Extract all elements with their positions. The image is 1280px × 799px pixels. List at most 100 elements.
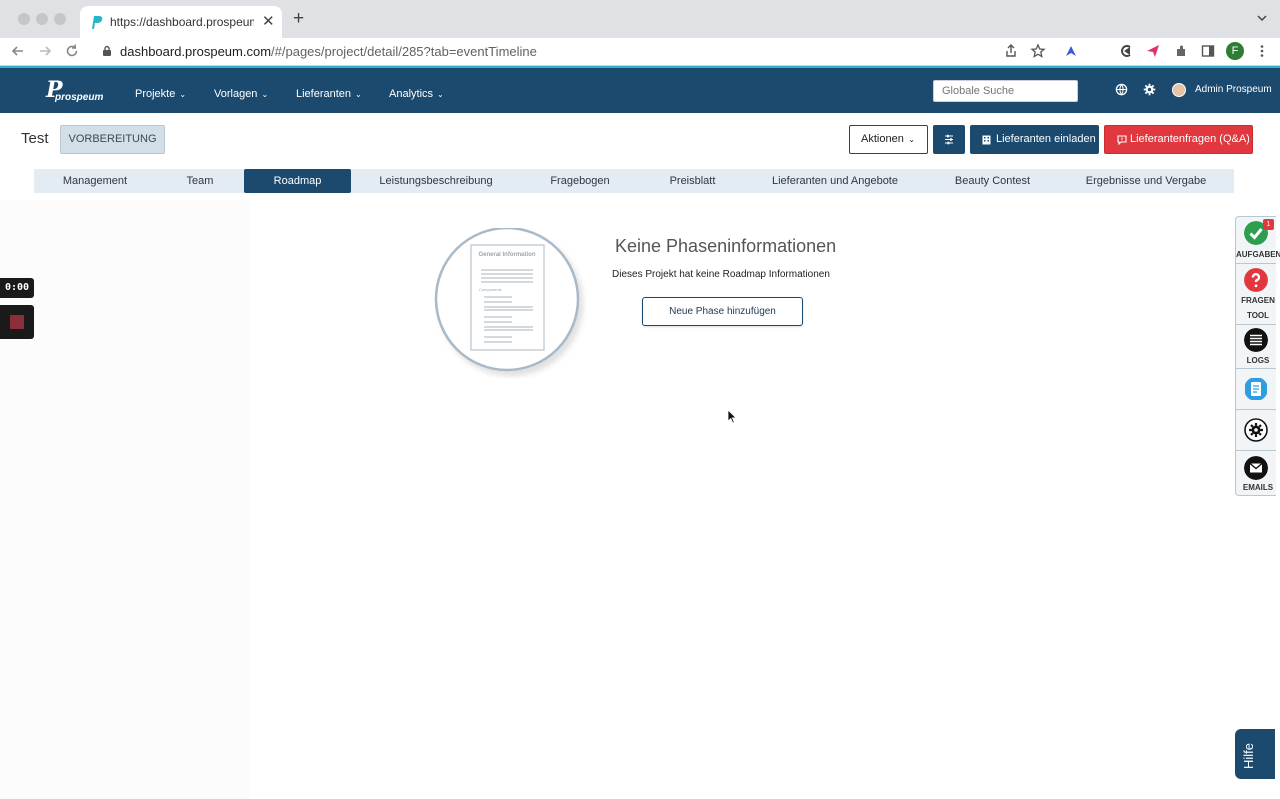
- menu-lieferanten[interactable]: Lieferanten ⌄: [296, 88, 362, 100]
- user-avatar[interactable]: [1172, 83, 1186, 97]
- prospeum-logo[interactable]: P prospeum: [46, 77, 104, 105]
- extension-a-icon[interactable]: [1063, 43, 1079, 59]
- url-host: dashboard.prospeum.com: [120, 44, 272, 59]
- invite-suppliers-label: Lieferanten einladen: [996, 133, 1096, 145]
- illustration-section: Components: [479, 287, 502, 292]
- invite-suppliers-button[interactable]: Lieferanten einladen: [970, 125, 1099, 154]
- recording-stop-button[interactable]: [0, 305, 34, 339]
- project-tabs: Management Team Roadmap Leistungsbeschre…: [34, 169, 1234, 193]
- globe-icon[interactable]: [1115, 83, 1128, 96]
- bookmark-star-icon[interactable]: [1030, 43, 1046, 59]
- notes-icon: [1245, 378, 1267, 400]
- window-maximize-button[interactable]: [54, 13, 66, 25]
- tab-roadmap[interactable]: Roadmap: [244, 169, 351, 193]
- list-icon: [1244, 328, 1268, 352]
- mouse-cursor-icon: [727, 409, 737, 424]
- side-emails-button[interactable]: EMAILS: [1236, 451, 1276, 496]
- extension-c-icon[interactable]: [1118, 43, 1134, 59]
- emails-label: EMAILS: [1242, 483, 1274, 492]
- window-close-button[interactable]: [18, 13, 30, 25]
- browser-tab-title: https://dashboard.prospeum.com: [110, 15, 254, 29]
- address-bar: dashboard.prospeum.com/#/pages/project/d…: [0, 38, 1280, 66]
- recording-timer: 0:00: [0, 278, 34, 298]
- close-tab-icon[interactable]: ✕: [262, 12, 275, 30]
- tab-team[interactable]: Team: [156, 169, 244, 193]
- filter-settings-button[interactable]: [933, 125, 965, 154]
- actions-dropdown-button[interactable]: Aktionen ⌄: [849, 125, 928, 154]
- menu-analytics-label: Analytics: [389, 88, 434, 100]
- tab-ergebnisse-und-vergabe[interactable]: Ergebnisse und Vergabe: [1061, 169, 1231, 193]
- tasks-label: AUFGABEN: [1236, 250, 1280, 259]
- url-field[interactable]: dashboard.prospeum.com/#/pages/project/d…: [120, 44, 537, 59]
- side-logs-button[interactable]: LOGS: [1236, 325, 1276, 368]
- back-icon[interactable]: [10, 43, 26, 59]
- gear-icon[interactable]: [1143, 83, 1156, 96]
- add-phase-button[interactable]: Neue Phase hinzufügen: [642, 297, 803, 326]
- side-questions-tool-button[interactable]: FRAGEN TOOL: [1236, 264, 1276, 324]
- right-side-panel: 1 AUFGABEN FRAGEN TOOL LOGS EMAILS: [1235, 216, 1280, 496]
- prospeum-favicon-icon: [92, 16, 103, 29]
- side-tasks-button[interactable]: 1 AUFGABEN: [1236, 217, 1280, 263]
- menu-projekte[interactable]: Projekte ⌄: [135, 88, 186, 100]
- question-icon: [1244, 268, 1268, 292]
- side-notes-button[interactable]: [1236, 369, 1276, 409]
- logo-word: prospeum: [55, 92, 104, 103]
- forward-icon[interactable]: [37, 43, 53, 59]
- browser-tab[interactable]: https://dashboard.prospeum.com ✕: [80, 6, 282, 38]
- more-vertical-icon[interactable]: [1254, 43, 1270, 59]
- document-illustration-icon: General Information Components: [434, 228, 580, 372]
- browser-tabstrip: https://dashboard.prospeum.com ✕ +: [0, 0, 1280, 38]
- status-badge[interactable]: VORBEREITUNG: [60, 125, 165, 154]
- tab-search-chevron-icon[interactable]: [1256, 12, 1268, 24]
- chevron-down-icon: ⌄: [437, 90, 444, 99]
- chevron-down-icon: ⌄: [179, 90, 187, 99]
- menu-vorlagen[interactable]: Vorlagen ⌄: [214, 88, 268, 100]
- tasks-badge: 1: [1263, 219, 1274, 230]
- gear-icon: [1244, 418, 1268, 442]
- building-icon: [982, 135, 991, 145]
- help-label: Hilfe: [1241, 742, 1256, 769]
- tab-leistungsbeschreibung[interactable]: Leistungsbeschreibung: [351, 169, 521, 193]
- questions-label-1: FRAGEN: [1241, 296, 1275, 305]
- menu-analytics[interactable]: Analytics ⌄: [389, 88, 444, 100]
- app-header: P prospeum Projekte ⌄ Vorlagen ⌄ Lieferant…: [0, 66, 1280, 113]
- questions-label-2: TOOL: [1246, 311, 1270, 320]
- new-tab-button[interactable]: +: [293, 9, 304, 28]
- tab-fragebogen[interactable]: Fragebogen: [521, 169, 639, 193]
- stop-icon: [10, 315, 24, 329]
- empty-state-title: Keine Phaseninformationen: [615, 236, 837, 256]
- sliders-icon: [945, 134, 953, 145]
- tab-lieferanten-und-angebote[interactable]: Lieferanten und Angebote: [746, 169, 924, 193]
- supplier-questions-label: Lieferantenfragen (Q&A): [1130, 133, 1250, 145]
- comment-icon: [1117, 135, 1127, 145]
- reload-icon[interactable]: [64, 43, 80, 59]
- sidebar-toggle-icon[interactable]: [1200, 43, 1216, 59]
- tab-preisblatt[interactable]: Preisblatt: [639, 169, 746, 193]
- side-settings-button[interactable]: [1236, 410, 1276, 450]
- help-button[interactable]: Hilfe: [1235, 729, 1275, 779]
- send-extension-icon[interactable]: [1145, 43, 1161, 59]
- empty-state-text: Dieses Projekt hat keine Roadmap Informa…: [612, 269, 830, 280]
- profile-avatar[interactable]: F: [1226, 42, 1244, 60]
- puzzle-extensions-icon[interactable]: [1173, 43, 1189, 59]
- tab-beauty-contest[interactable]: Beauty Contest: [924, 169, 1061, 193]
- user-name[interactable]: Admin Prospeum: [1195, 84, 1272, 95]
- chevron-down-icon: ⌄: [908, 135, 915, 144]
- global-search-input[interactable]: [933, 80, 1078, 102]
- actions-label: Aktionen: [861, 133, 904, 145]
- supplier-questions-button[interactable]: Lieferantenfragen (Q&A): [1104, 125, 1253, 154]
- left-panel: [0, 200, 249, 799]
- logs-label: LOGS: [1246, 356, 1270, 365]
- menu-lieferanten-label: Lieferanten: [296, 88, 352, 100]
- lock-icon[interactable]: [101, 45, 113, 57]
- menu-vorlagen-label: Vorlagen: [214, 88, 258, 100]
- url-path: /#/pages/project/detail/285?tab=eventTim…: [271, 44, 537, 59]
- tab-management[interactable]: Management: [34, 169, 156, 193]
- illustration-title: General Information: [478, 252, 535, 258]
- window-minimize-button[interactable]: [36, 13, 48, 25]
- envelope-icon: [1244, 456, 1268, 480]
- chevron-down-icon: ⌄: [261, 90, 269, 99]
- share-icon[interactable]: [1003, 43, 1019, 59]
- project-title: Test: [21, 130, 49, 147]
- chevron-down-icon: ⌄: [355, 90, 362, 99]
